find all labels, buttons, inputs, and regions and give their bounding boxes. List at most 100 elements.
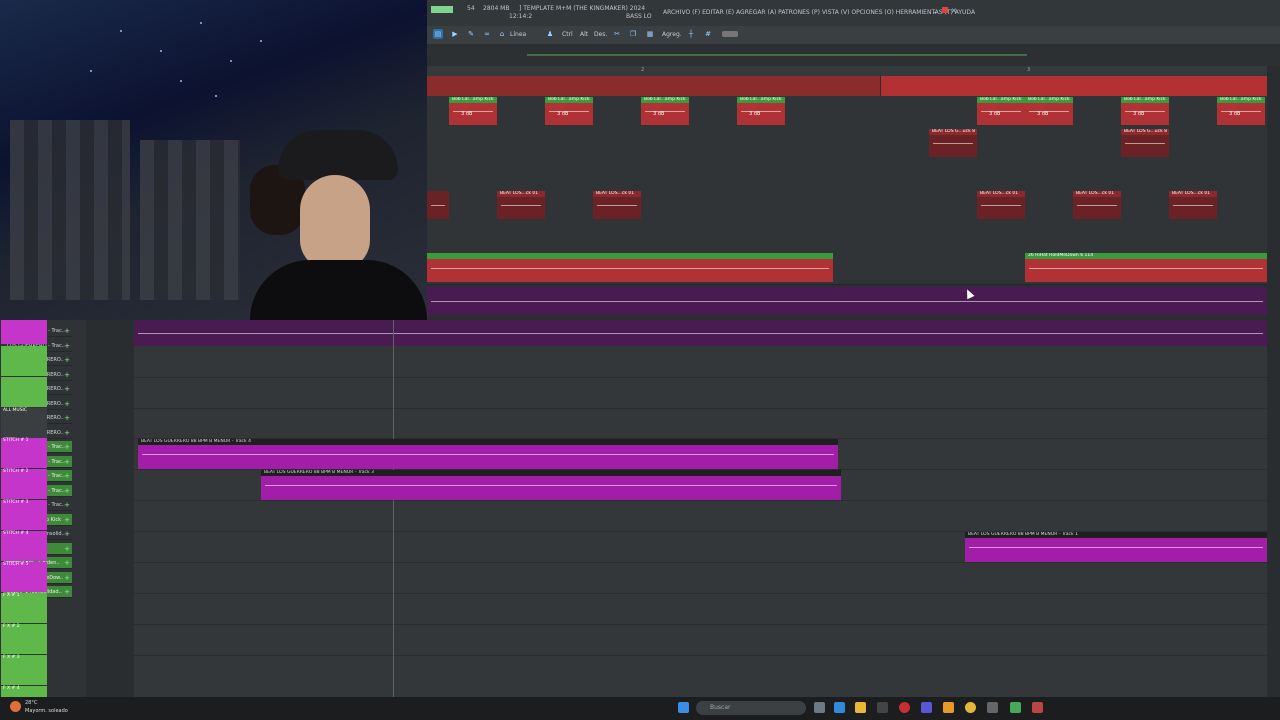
cut-icon[interactable]: ✂ [612,29,622,39]
add-icon[interactable]: + [64,412,70,423]
fl-studio-icon[interactable] [943,702,954,713]
clip-beat-loop[interactable]: BEAT LOS...ck 01 [1073,191,1121,219]
edge-icon[interactable] [834,702,845,713]
windows-start-icon[interactable] [678,702,689,713]
chrome-icon[interactable] [965,702,976,713]
playlist-icon[interactable]: ▤ [433,29,443,39]
clip-track4[interactable]: BEAT LOS GUERRERO 88 BPM B MENOR - Track… [138,439,838,469]
clip-crash[interactable]: BEAT LOS G...uck 8 [929,129,977,157]
add-icon[interactable]: + [64,470,70,481]
ruler-mark: 2 [641,67,645,73]
mixer-strip-fx1[interactable]: F X # 1 [1,593,47,623]
file-explorer-icon[interactable] [855,702,866,713]
mixer-strip[interactable] [1,377,47,407]
cpu-meter [431,6,453,13]
clip-beat-loop[interactable]: BEAT LOS...ck 01 [497,191,545,219]
clip-kick[interactable]: Bob Lal...amp Kick 3 dB [1217,97,1265,125]
mixer-strip-stitch2[interactable]: STITCH # 2 [1,469,47,499]
app-icon[interactable] [987,702,998,713]
mixer-strip-fx3[interactable]: F X # 3 [1,655,47,685]
add-icon[interactable]: + [64,383,70,394]
lane-empty[interactable] [427,222,1267,253]
paste-icon[interactable]: ▦ [645,29,655,39]
clip-kick[interactable]: Bob Lal...amp Kick 3 dB [641,97,689,125]
mixer-strip-stitch3[interactable]: STITCH # 3 [1,500,47,530]
timeline-ruler[interactable]: 2 3 [427,66,1267,76]
clip-kick[interactable]: Bob Lal...amp Kick 3 dB [1121,97,1169,125]
taskbar-search[interactable]: Buscar [696,701,806,715]
clip-beat-loop[interactable] [427,191,449,219]
mixer-strip-stitch5[interactable]: STITCH # 5 [1,562,47,592]
add-icon[interactable]: + [64,427,70,438]
add-icon[interactable]: + [64,441,70,452]
marker-icon[interactable]: ┼ [686,29,696,39]
app-icon-2[interactable] [1010,702,1021,713]
maximize-icon[interactable] [942,7,948,13]
snap-line-select[interactable]: Línea [510,29,526,40]
play-icon[interactable]: ▶ [450,29,460,39]
clip-kick[interactable]: Bob Lal...amp Kick 3 dB [977,97,1025,125]
clip-beat-loop[interactable]: BEAT LOS...ck 01 [1169,191,1217,219]
clip-beat-loop[interactable]: BEAT LOS...ck 01 [977,191,1025,219]
add-icon[interactable]: + [64,325,70,336]
clip-track3[interactable]: BEAT LOS GUERRERO 88 BPM B MENOR - Track… [261,470,841,500]
media-icon[interactable] [877,702,888,713]
zoom-slider[interactable] [722,31,738,37]
add-icon[interactable]: + [64,586,70,597]
mixer-strip-fx2[interactable]: F X # 2 [1,624,47,654]
opera-icon[interactable] [899,702,910,713]
mixer-strip-fx4[interactable]: F X # 4 [1,686,47,697]
alt-button[interactable]: Alt [580,29,588,40]
close-icon[interactable]: ✕ [951,7,957,15]
add-icon[interactable]: + [64,557,70,568]
add-icon[interactable]: + [64,456,70,467]
clip-kick[interactable]: Bob Lal...amp Kick 3 dB [737,97,785,125]
clip-hihat[interactable]: 26 HiHat HoldMeDown 6 114 [1025,253,1267,282]
lane-beat-loop[interactable] [427,190,1267,223]
clip-hihat[interactable] [427,253,833,282]
playlist-grid[interactable] [134,346,1267,697]
add-icon[interactable]: + [64,340,70,351]
clip-kick[interactable]: Bob Lal...amp Kick 3 dB [1025,97,1073,125]
teams-icon[interactable] [921,702,932,713]
mixer-strip[interactable] [1,346,47,376]
ctrl-button[interactable]: Ctrl [562,29,573,40]
main-menu[interactable]: ARCHIVO (F) EDITAR (E) AGREGAR (A) PATRO… [663,9,975,16]
add-icon[interactable]: + [64,514,70,525]
clip-track1[interactable]: BEAT LOS GUERRERO 88 BPM B MENOR - Track… [965,532,1267,562]
add-icon[interactable]: + [64,572,70,583]
mixer-strip-stitch1[interactable]: STITCH # 1 [1,438,47,468]
clip-crash[interactable]: BEAT LOS G...uck 8 [1121,129,1169,157]
add-icon[interactable]: + [64,528,70,539]
grid-icon[interactable]: # [703,29,713,39]
mixer-strip-stitch4[interactable]: STITCH # 4 [1,531,47,561]
clip-kick[interactable]: Bob Lal...amp Kick 3 dB [449,97,497,125]
minimize-icon[interactable]: – [933,8,937,16]
loop-region[interactable] [427,76,880,96]
clip-kick[interactable]: Bob Lal...amp Kick 3 dB [545,97,593,125]
add-button[interactable]: Agreg. [662,29,682,40]
brush-icon[interactable]: ✎ [466,29,476,39]
add-icon[interactable]: + [64,485,70,496]
vertical-scrollbar[interactable] [1267,66,1280,697]
clip-beat-loop[interactable]: BEAT LOS...ck 01 [593,191,641,219]
app-icon-3[interactable] [1032,702,1043,713]
lock-icon[interactable]: ⌂ [497,29,507,39]
add-icon[interactable]: + [64,398,70,409]
lane-empty[interactable] [427,159,1267,191]
copy-icon[interactable]: ❐ [628,29,638,39]
lane-full-audio-2[interactable] [134,320,1267,346]
mixer-strip-all-music[interactable]: ALL MUSIC [1,408,47,438]
stamp-icon[interactable]: ♟ [545,29,555,39]
add-icon[interactable]: + [64,499,70,510]
add-icon[interactable]: + [64,369,70,380]
link-icon[interactable]: ∞ [482,29,492,39]
add-icon[interactable]: + [64,543,70,554]
lane-full-audio[interactable] [427,287,1267,315]
playhead[interactable] [393,320,394,700]
task-view-icon[interactable] [814,702,825,713]
loop-region-selected[interactable] [881,76,1267,96]
des-button[interactable]: Des. [594,29,607,40]
add-icon[interactable]: + [64,354,70,365]
mixer-strip[interactable] [1,320,47,344]
